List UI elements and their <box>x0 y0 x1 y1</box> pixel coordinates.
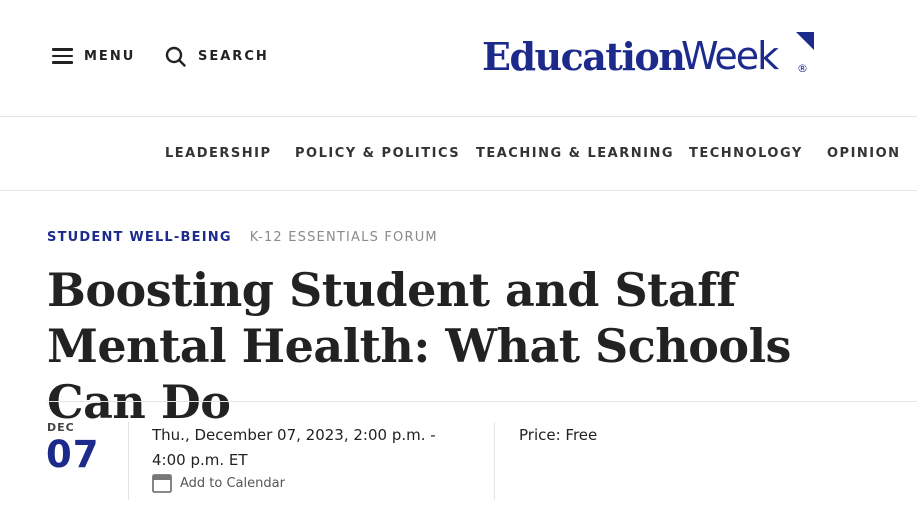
page-title: Boosting Student and Staff Mental Health… <box>47 263 791 429</box>
logo-word-week: Week <box>681 34 779 78</box>
event-time: Thu., December 07, 2023, 2:00 p.m. - 4:0… <box>152 426 436 469</box>
add-to-calendar-label: Add to Calendar <box>180 476 285 491</box>
search-button[interactable]: SEARCH <box>165 44 269 68</box>
menu-button[interactable]: MENU <box>52 44 135 68</box>
series-link[interactable]: K-12 ESSENTIALS FORUM <box>250 230 438 245</box>
nav-item-leadership[interactable]: LEADERSHIP <box>165 146 272 161</box>
calendar-icon <box>152 474 172 493</box>
education-week-logo[interactable]: Education Week ® <box>482 32 814 79</box>
search-label: SEARCH <box>198 48 269 64</box>
article-tags: STUDENT WELL-BEING K-12 ESSENTIALS FORUM <box>47 230 438 245</box>
category-link[interactable]: STUDENT WELL-BEING <box>47 230 232 245</box>
logo-registered-mark: ® <box>797 62 808 75</box>
nav-item-policy-politics[interactable]: POLICY & POLITICS <box>295 146 460 161</box>
nav-item-opinion[interactable]: OPINION <box>827 146 901 161</box>
search-icon <box>165 46 186 67</box>
nav-item-technology[interactable]: TECHNOLOGY <box>689 146 803 161</box>
event-price: Price: Free <box>519 426 598 444</box>
event-day: 07 <box>46 433 100 476</box>
main-nav: LEADERSHIP POLICY & POLITICS TEACHING & … <box>0 117 917 190</box>
add-to-calendar-button[interactable]: Add to Calendar <box>152 474 285 493</box>
column-divider <box>128 422 129 500</box>
logo-corner-mark <box>796 32 814 50</box>
event-divider <box>47 401 917 402</box>
column-divider <box>494 422 495 500</box>
nav-item-teaching-learning[interactable]: TEACHING & LEARNING <box>476 146 674 161</box>
menu-label: MENU <box>84 48 136 64</box>
logo-word-education: Education <box>482 34 686 79</box>
hamburger-icon <box>52 48 73 64</box>
site-header: MENU SEARCH Education Week ® <box>0 0 917 116</box>
nav-divider <box>0 190 917 191</box>
